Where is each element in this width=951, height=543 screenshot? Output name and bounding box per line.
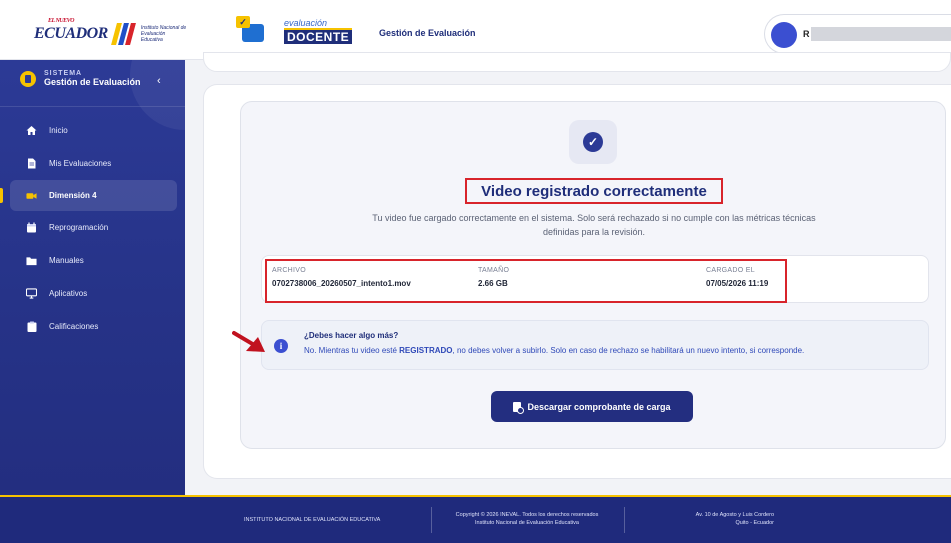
- video-icon: [26, 190, 37, 201]
- footer-divider: [624, 507, 625, 533]
- sidebar-item-label: Aplicativos: [49, 289, 88, 298]
- system-title: Gestión de Evaluación: [44, 77, 141, 87]
- user-name: R: [803, 29, 810, 39]
- clipboard-icon: [26, 321, 37, 332]
- sidebar: SISTEMA Gestión de Evaluación ‹ Inicio M…: [0, 60, 185, 495]
- sidebar-item-label: Manuales: [49, 256, 84, 265]
- sidebar-nav: Inicio Mis Evaluaciones Dimensión 4 Repr…: [0, 114, 185, 343]
- system-label: SISTEMA: [44, 70, 83, 77]
- user-menu[interactable]: R: [764, 14, 951, 54]
- sidebar-item-dimension-4[interactable]: Dimensión 4: [0, 180, 177, 211]
- footer-institute: INSTITUTO NACIONAL DE EVALUACIÓN EDUCATI…: [244, 517, 381, 523]
- active-indicator: [0, 188, 3, 203]
- collapse-sidebar-button[interactable]: ‹: [157, 75, 161, 87]
- ecuador-logo-text: EL NUEVO ECUADOR: [34, 18, 108, 42]
- info-title: ¿Debes hacer algo más?: [304, 331, 399, 340]
- redacted-user-info: [811, 27, 951, 41]
- previous-card: [203, 52, 951, 72]
- download-document-icon: [513, 401, 525, 414]
- annotation-arrow-icon: [232, 331, 265, 352]
- sidebar-item-label: Reprogramación: [49, 223, 109, 232]
- sidebar-divider: [0, 106, 185, 107]
- sidebar-item-reprogramacion[interactable]: Reprogramación: [0, 211, 185, 244]
- check-circle-icon: ✓: [583, 132, 603, 152]
- sidebar-item-inicio[interactable]: Inicio: [0, 114, 185, 147]
- download-receipt-button[interactable]: Descargar comprobante de carga: [491, 391, 693, 422]
- sidebar-item-manuales[interactable]: Manuales: [0, 244, 185, 277]
- info-text: No. Mientras tu video esté REGISTRADO, n…: [304, 346, 805, 355]
- system-header: SISTEMA Gestión de Evaluación: [20, 70, 141, 87]
- avatar[interactable]: [771, 22, 797, 48]
- sidebar-item-calificaciones[interactable]: Calificaciones: [0, 310, 185, 343]
- footer-divider: [431, 507, 432, 533]
- sidebar-item-label: Dimensión 4: [49, 191, 97, 200]
- success-title: Video registrado correctamente: [465, 178, 723, 204]
- eval-logo-small: evaluación: [284, 18, 328, 28]
- file-details-highlight: [265, 259, 787, 303]
- top-strip: [0, 0, 951, 8]
- app-page: EL NUEVO ECUADOR Instituto Nacional de Eva…: [0, 0, 951, 543]
- download-button-label: Descargar comprobante de carga: [527, 401, 671, 412]
- sidebar-item-mis-evaluaciones[interactable]: Mis Evaluaciones: [0, 147, 185, 180]
- sidebar-item-label: Inicio: [49, 126, 68, 135]
- footer: INSTITUTO NACIONAL DE EVALUACIÓN EDUCATI…: [0, 495, 951, 543]
- monitor-icon: [26, 288, 37, 299]
- sidebar-item-aplicativos[interactable]: Aplicativos: [0, 277, 185, 310]
- system-icon: [20, 70, 36, 87]
- footer-address: Av. 10 de Agosto y Luis Cordero Quito - E…: [695, 512, 774, 526]
- header-title: Gestión de Evaluación: [379, 28, 476, 38]
- institute-logo-text: Instituto Nacional de Evaluación Educativ…: [140, 25, 187, 43]
- ecuador-logo[interactable]: EL NUEVO ECUADOR Instituto Nacional de Eva…: [0, 8, 187, 60]
- main-content: ✓ Video registrado correctamente Tu vide…: [185, 52, 951, 495]
- eval-logo-big: DOCENTE: [284, 28, 353, 44]
- sidebar-item-label: Calificaciones: [49, 322, 99, 331]
- sidebar-item-label: Mis Evaluaciones: [49, 159, 112, 168]
- board-icon: ✓: [232, 14, 280, 48]
- document-icon: [26, 158, 37, 169]
- home-icon: [26, 125, 37, 136]
- success-description: Tu video fue cargado correctamente en el…: [372, 213, 816, 237]
- content-card: ✓ Video registrado correctamente Tu vide…: [203, 84, 951, 479]
- evaluacion-docente-logo[interactable]: ✓ evaluación DOCENTE: [232, 14, 353, 48]
- calendar-icon: [26, 222, 37, 233]
- flag-bars-icon: [110, 23, 136, 45]
- upload-result-panel: ✓ Video registrado correctamente Tu vide…: [240, 101, 946, 449]
- folder-icon: [26, 255, 37, 266]
- info-icon: i: [274, 339, 288, 353]
- success-badge: ✓: [569, 120, 617, 164]
- info-notice: i ¿Debes hacer algo más? No. Mientras tu…: [261, 320, 929, 370]
- footer-copyright: Copyright © 2026 INEVAL. Todos los derec…: [455, 512, 599, 526]
